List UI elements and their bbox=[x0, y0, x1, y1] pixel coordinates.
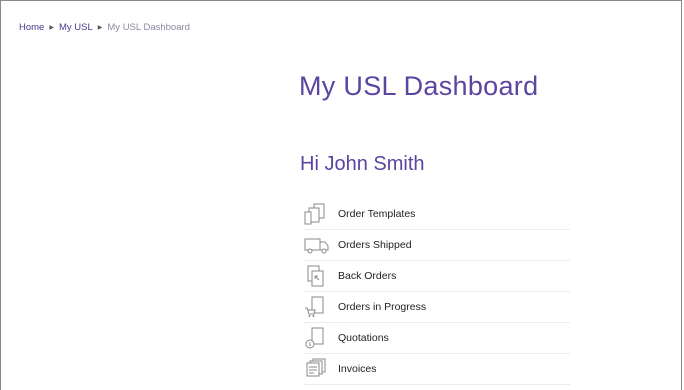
menu-item-orders-in-progress[interactable]: Orders in Progress bbox=[304, 292, 570, 323]
truck-icon bbox=[304, 234, 330, 256]
breadcrumb: Home ▶ My USL ▶ My USL Dashboard bbox=[19, 22, 190, 33]
menu-item-label: Orders in Progress bbox=[338, 301, 427, 313]
invoice-icon bbox=[304, 358, 330, 380]
menu-item-label: Back Orders bbox=[338, 270, 397, 282]
breadcrumb-home-link[interactable]: Home bbox=[19, 22, 44, 33]
breadcrumb-my-usl-link[interactable]: My USL bbox=[59, 22, 93, 33]
cart-icon bbox=[304, 296, 330, 318]
back-orders-icon bbox=[304, 265, 330, 287]
menu-item-invoices[interactable]: Invoices bbox=[304, 354, 570, 385]
menu-item-order-templates[interactable]: Order Templates bbox=[304, 199, 570, 230]
quotation-icon: $ bbox=[304, 327, 330, 349]
page-title: My USL Dashboard bbox=[299, 71, 539, 101]
svg-text:$: $ bbox=[308, 342, 311, 348]
menu-item-quotations[interactable]: $ Quotations bbox=[304, 323, 570, 354]
greeting: Hi John Smith bbox=[300, 153, 425, 175]
breadcrumb-separator-icon: ▶ bbox=[97, 25, 103, 31]
page-frame: Home ▶ My USL ▶ My USL Dashboard My USL … bbox=[0, 0, 682, 390]
menu-item-label: Invoices bbox=[338, 363, 377, 375]
menu-item-label: Orders Shipped bbox=[338, 239, 412, 251]
menu-item-back-orders[interactable]: Back Orders bbox=[304, 261, 570, 292]
menu-item-label: Quotations bbox=[338, 332, 389, 344]
breadcrumb-separator-icon: ▶ bbox=[49, 25, 54, 31]
menu-item-label: Order Templates bbox=[338, 208, 416, 220]
menu-item-orders-shipped[interactable]: Orders Shipped bbox=[304, 230, 570, 261]
dashboard-menu: Order Templates Orders Shipped Back Orde… bbox=[304, 199, 570, 385]
breadcrumb-current: My USL Dashboard bbox=[107, 22, 190, 33]
order-templates-icon bbox=[304, 203, 330, 225]
